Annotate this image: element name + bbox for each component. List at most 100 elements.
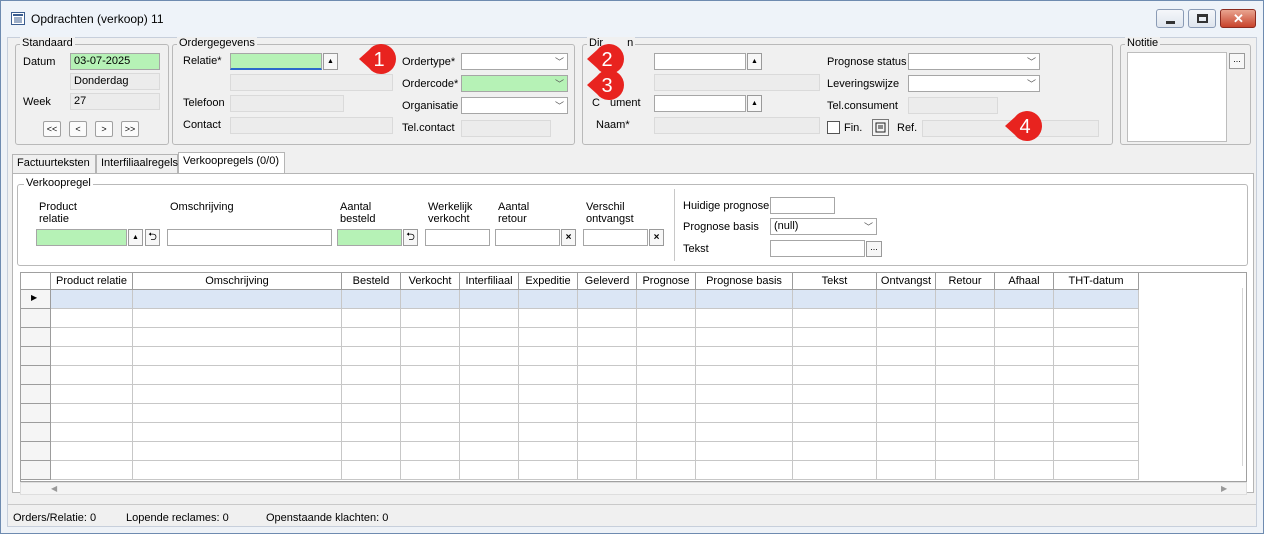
- product-lookup-button[interactable]: ▲: [128, 229, 143, 246]
- row-header[interactable]: [21, 404, 51, 423]
- column-header[interactable]: THT-datum: [1054, 273, 1139, 290]
- scroll-right-icon[interactable]: ▶: [1221, 484, 1227, 493]
- next-record-button[interactable]: >: [95, 121, 113, 137]
- table-cell[interactable]: [460, 366, 519, 385]
- row-header[interactable]: [21, 442, 51, 461]
- table-cell[interactable]: [578, 423, 637, 442]
- datum-field[interactable]: 03-07-2025: [70, 53, 160, 70]
- table-cell[interactable]: [793, 347, 877, 366]
- table-cell[interactable]: [877, 309, 936, 328]
- table-cell[interactable]: [995, 404, 1054, 423]
- table-cell[interactable]: [696, 366, 793, 385]
- relatie-lookup-button[interactable]: ▲: [323, 53, 338, 70]
- table-cell[interactable]: [342, 347, 401, 366]
- verkoopregels-grid[interactable]: Product relatie Omschrijving Besteld Verkoc…: [20, 272, 1247, 482]
- table-cell[interactable]: [342, 328, 401, 347]
- table-cell[interactable]: [401, 385, 460, 404]
- tekst-more-button[interactable]: ...: [866, 241, 882, 257]
- table-cell[interactable]: [936, 309, 995, 328]
- table-cell[interactable]: [637, 385, 696, 404]
- tab-factuurteksten[interactable]: Factuurteksten: [12, 154, 96, 173]
- table-cell[interactable]: [793, 423, 877, 442]
- table-cell[interactable]: [995, 347, 1054, 366]
- table-cell[interactable]: [133, 347, 342, 366]
- fin-checkbox[interactable]: [827, 121, 840, 134]
- table-cell[interactable]: [342, 309, 401, 328]
- table-cell[interactable]: [1054, 347, 1139, 366]
- column-header[interactable]: Besteld: [342, 273, 401, 290]
- table-cell[interactable]: [936, 290, 995, 309]
- column-header[interactable]: Product relatie: [51, 273, 133, 290]
- table-cell[interactable]: [133, 423, 342, 442]
- row-header[interactable]: [21, 461, 51, 480]
- table-cell[interactable]: [936, 328, 995, 347]
- table-cell[interactable]: [877, 461, 936, 480]
- table-cell[interactable]: [1054, 309, 1139, 328]
- prognose-basis-select[interactable]: (null) ﹀: [770, 218, 877, 235]
- table-cell[interactable]: [578, 309, 637, 328]
- table-cell[interactable]: [133, 404, 342, 423]
- table-cell[interactable]: [793, 366, 877, 385]
- column-header[interactable]: Interfiliaal: [460, 273, 519, 290]
- table-cell[interactable]: [519, 423, 578, 442]
- table-cell[interactable]: [519, 385, 578, 404]
- close-button[interactable]: ✕: [1220, 9, 1256, 28]
- table-cell[interactable]: [936, 404, 995, 423]
- verschil-ontvangst-input[interactable]: [583, 229, 648, 246]
- last-record-button[interactable]: >>: [121, 121, 139, 137]
- table-cell[interactable]: [460, 290, 519, 309]
- row-header[interactable]: [21, 385, 51, 404]
- table-cell[interactable]: [1054, 442, 1139, 461]
- table-cell[interactable]: [51, 385, 133, 404]
- table-cell[interactable]: [460, 385, 519, 404]
- table-cell[interactable]: [578, 328, 637, 347]
- table-cell[interactable]: [877, 290, 936, 309]
- table-cell[interactable]: [637, 290, 696, 309]
- consument-lookup-button[interactable]: ▲: [747, 95, 762, 112]
- table-cell[interactable]: [51, 442, 133, 461]
- organisatie-select[interactable]: ﹀: [461, 97, 568, 114]
- table-cell[interactable]: [342, 385, 401, 404]
- table-cell[interactable]: [1054, 385, 1139, 404]
- table-cell[interactable]: [696, 290, 793, 309]
- column-header[interactable]: Tekst: [793, 273, 877, 290]
- table-cell[interactable]: [342, 290, 401, 309]
- table-cell[interactable]: [936, 423, 995, 442]
- table-cell[interactable]: [877, 328, 936, 347]
- table-cell[interactable]: [877, 347, 936, 366]
- table-cell[interactable]: [460, 309, 519, 328]
- table-cell[interactable]: [401, 309, 460, 328]
- table-cell[interactable]: [877, 423, 936, 442]
- table-cell[interactable]: [696, 328, 793, 347]
- table-cell[interactable]: [637, 423, 696, 442]
- table-cell[interactable]: [877, 404, 936, 423]
- table-cell[interactable]: [696, 385, 793, 404]
- table-cell[interactable]: [793, 385, 877, 404]
- table-cell[interactable]: [401, 328, 460, 347]
- scroll-left-icon[interactable]: ◀: [51, 484, 57, 493]
- besteld-swap-button[interactable]: ⮌: [403, 229, 418, 246]
- table-cell[interactable]: [342, 442, 401, 461]
- column-header[interactable]: Retour: [936, 273, 995, 290]
- table-cell[interactable]: [936, 385, 995, 404]
- table-cell[interactable]: [460, 404, 519, 423]
- table-cell[interactable]: [936, 442, 995, 461]
- first-record-button[interactable]: <<: [43, 121, 61, 137]
- table-cell[interactable]: [637, 328, 696, 347]
- table-cell[interactable]: [578, 347, 637, 366]
- table-cell[interactable]: [342, 461, 401, 480]
- table-cell[interactable]: [51, 347, 133, 366]
- table-cell[interactable]: [995, 328, 1054, 347]
- table-cell[interactable]: [460, 347, 519, 366]
- table-cell[interactable]: [133, 328, 342, 347]
- column-header[interactable]: Ontvangst: [877, 273, 936, 290]
- table-cell[interactable]: [877, 366, 936, 385]
- table-cell[interactable]: [519, 366, 578, 385]
- table-cell[interactable]: [51, 290, 133, 309]
- table-cell[interactable]: [342, 366, 401, 385]
- table-cell[interactable]: [51, 328, 133, 347]
- row-header[interactable]: [21, 347, 51, 366]
- row-header[interactable]: [21, 423, 51, 442]
- column-header[interactable]: Geleverd: [578, 273, 637, 290]
- column-header[interactable]: Afhaal: [995, 273, 1054, 290]
